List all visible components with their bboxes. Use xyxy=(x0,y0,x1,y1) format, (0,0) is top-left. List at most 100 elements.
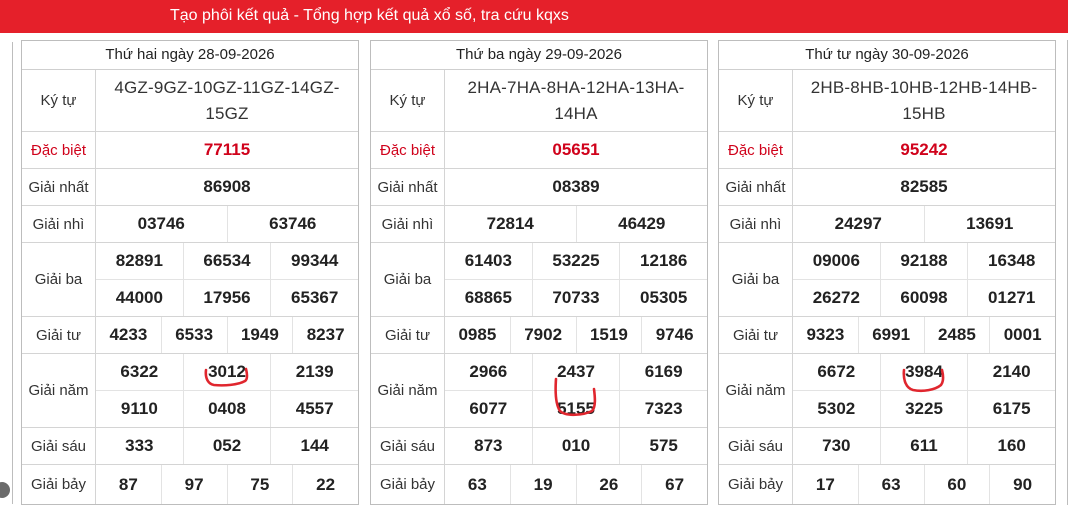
prize-row-kytu: Ký tự 4GZ-9GZ-10GZ-11GZ-14GZ-15GZ xyxy=(22,70,358,132)
result-panel-tuesday: Thứ ba ngày 29-09-2026 Ký tự 2HA-7HA-8HA-1… xyxy=(370,40,708,505)
prize-label: Giải sáu xyxy=(22,428,96,464)
prize-label: Giải năm xyxy=(22,354,96,427)
prize-number: 3225 xyxy=(879,391,968,427)
prize-row-db: Đặc biệt 95242 xyxy=(719,132,1055,169)
prize-number: 0001 xyxy=(989,317,1055,353)
prize-number: 44000 xyxy=(115,288,163,307)
prize-row-g6: Giải sáu 333 052 144 xyxy=(22,428,358,465)
prize-label: Giải ba xyxy=(371,243,445,316)
prize-label: Giải năm xyxy=(719,354,793,427)
prize-label: Giải nhất xyxy=(371,169,445,205)
prize-number: 19 xyxy=(509,465,576,504)
prize-number: 12186 xyxy=(619,243,707,279)
prize-number: 2140 xyxy=(967,354,1055,390)
prize-number: 6533 xyxy=(160,317,227,353)
prize-number: 63 xyxy=(857,465,924,504)
serial-code: 4GZ-9GZ-10GZ-11GZ-14GZ-15GZ xyxy=(114,77,340,123)
prize-number: 65367 xyxy=(270,280,358,316)
prize-number: 67 xyxy=(641,465,707,504)
prize-number: 26 xyxy=(575,465,642,504)
prize-number: 2139 xyxy=(270,354,358,390)
panel-date-title: Thứ tư ngày 30-09-2026 xyxy=(719,41,1055,70)
prize-number: 26272 xyxy=(812,288,860,307)
prize-label: Ký tự xyxy=(719,70,793,131)
prize-row-g1: Giải nhất 86908 xyxy=(22,169,358,206)
prize-number: 60098 xyxy=(879,280,968,316)
prize-number: 0985 xyxy=(458,325,497,344)
prize-number: 4233 xyxy=(109,325,148,344)
prize-label: Đặc biệt xyxy=(22,132,96,168)
prize-number: 9746 xyxy=(641,317,707,353)
prize-row-g2: Giải nhì 24297 13691 xyxy=(719,206,1055,243)
prize-row-g1: Giải nhất 08389 xyxy=(371,169,707,206)
prize-number: 82891 xyxy=(115,251,163,270)
prize-number: 17 xyxy=(815,474,835,494)
prize-number: 16348 xyxy=(967,243,1055,279)
prize-number: 8237 xyxy=(292,317,358,353)
prize-label: Giải bảy xyxy=(719,465,793,504)
prize-number: 70733 xyxy=(531,280,620,316)
prize-number: 611 xyxy=(879,428,968,464)
prize-number: 6322 xyxy=(120,362,159,381)
prize-number: 46429 xyxy=(575,206,708,242)
prize-label: Đặc biệt xyxy=(371,132,445,168)
prize-number: 0408 xyxy=(182,391,271,427)
prize-number: 2966 xyxy=(469,362,508,381)
special-prize-number: 95242 xyxy=(900,140,948,159)
prize-row-g4: Giải tư 9323 6991 2485 0001 xyxy=(719,317,1055,354)
prize-number: 2437 xyxy=(531,354,620,390)
prize-number: 7323 xyxy=(619,391,707,427)
prize-number: 730 xyxy=(822,436,851,455)
prize-number: 63746 xyxy=(226,206,359,242)
prize-number: 82585 xyxy=(900,177,948,196)
prize-row-g7: Giải bảy 87 97 75 22 xyxy=(22,465,358,504)
prize-label: Ký tự xyxy=(371,70,445,131)
prize-number: 92188 xyxy=(879,243,968,279)
prize-number: 873 xyxy=(474,436,503,455)
prize-number: 99344 xyxy=(270,243,358,279)
prize-number: 60 xyxy=(923,465,990,504)
prize-number: 72814 xyxy=(486,214,534,233)
prize-label: Giải nhì xyxy=(371,206,445,242)
special-prize-number: 05651 xyxy=(552,140,600,159)
prize-label: Giải nhì xyxy=(22,206,96,242)
prize-number: 03746 xyxy=(137,214,185,233)
prize-number: 05305 xyxy=(619,280,707,316)
prize-label: Giải ba xyxy=(719,243,793,316)
prize-label: Giải nhì xyxy=(719,206,793,242)
prize-row-g3: Giải ba 82891 66534 99344 44000 17956 65367 xyxy=(22,243,358,317)
prize-row-db: Đặc biệt 77115 xyxy=(22,132,358,169)
prize-row-g4: Giải tư 0985 7902 1519 9746 xyxy=(371,317,707,354)
prize-number: 1519 xyxy=(575,317,642,353)
prize-row-kytu: Ký tự 2HA-7HA-8HA-12HA-13HA-14HA xyxy=(371,70,707,132)
prize-number: 144 xyxy=(270,428,358,464)
prize-number: 6672 xyxy=(817,362,856,381)
prize-label: Giải tư xyxy=(371,317,445,353)
prize-number: 052 xyxy=(182,428,271,464)
prize-number: 6175 xyxy=(967,391,1055,427)
prize-number: 3984 xyxy=(879,354,968,390)
result-panel-wednesday: Thứ tư ngày 30-09-2026 Ký tự 2HB-8HB-10HB-… xyxy=(718,40,1056,505)
prize-number: 17956 xyxy=(182,280,271,316)
prize-row-g2: Giải nhì 72814 46429 xyxy=(371,206,707,243)
prize-number: 7902 xyxy=(509,317,576,353)
prize-label: Giải bảy xyxy=(371,465,445,504)
next-panel-edge xyxy=(1067,40,1080,505)
previous-panel-edge xyxy=(0,42,13,504)
prize-number: 6169 xyxy=(619,354,707,390)
prize-row-g3: Giải ba 61403 53225 12186 68865 70733 05305 xyxy=(371,243,707,317)
prize-number: 4557 xyxy=(270,391,358,427)
prize-number: 09006 xyxy=(812,251,860,270)
prize-row-g5: Giải năm 2966 2437 6169 6077 5155 7323 xyxy=(371,354,707,428)
prize-row-kytu: Ký tự 2HB-8HB-10HB-12HB-14HB-15HB xyxy=(719,70,1055,132)
prize-number: 6991 xyxy=(857,317,924,353)
prize-number: 160 xyxy=(967,428,1055,464)
prize-label: Giải tư xyxy=(22,317,96,353)
site-header-bar: Tạo phôi kết quả - Tổng hợp kết quả xổ s… xyxy=(0,0,1068,33)
prize-number: 13691 xyxy=(923,206,1056,242)
prize-number: 2485 xyxy=(923,317,990,353)
serial-code: 2HA-7HA-8HA-12HA-13HA-14HA xyxy=(467,77,685,123)
prize-label: Giải tư xyxy=(719,317,793,353)
prize-number: 24297 xyxy=(834,214,882,233)
prize-row-g3: Giải ba 09006 92188 16348 26272 60098 01271 xyxy=(719,243,1055,317)
